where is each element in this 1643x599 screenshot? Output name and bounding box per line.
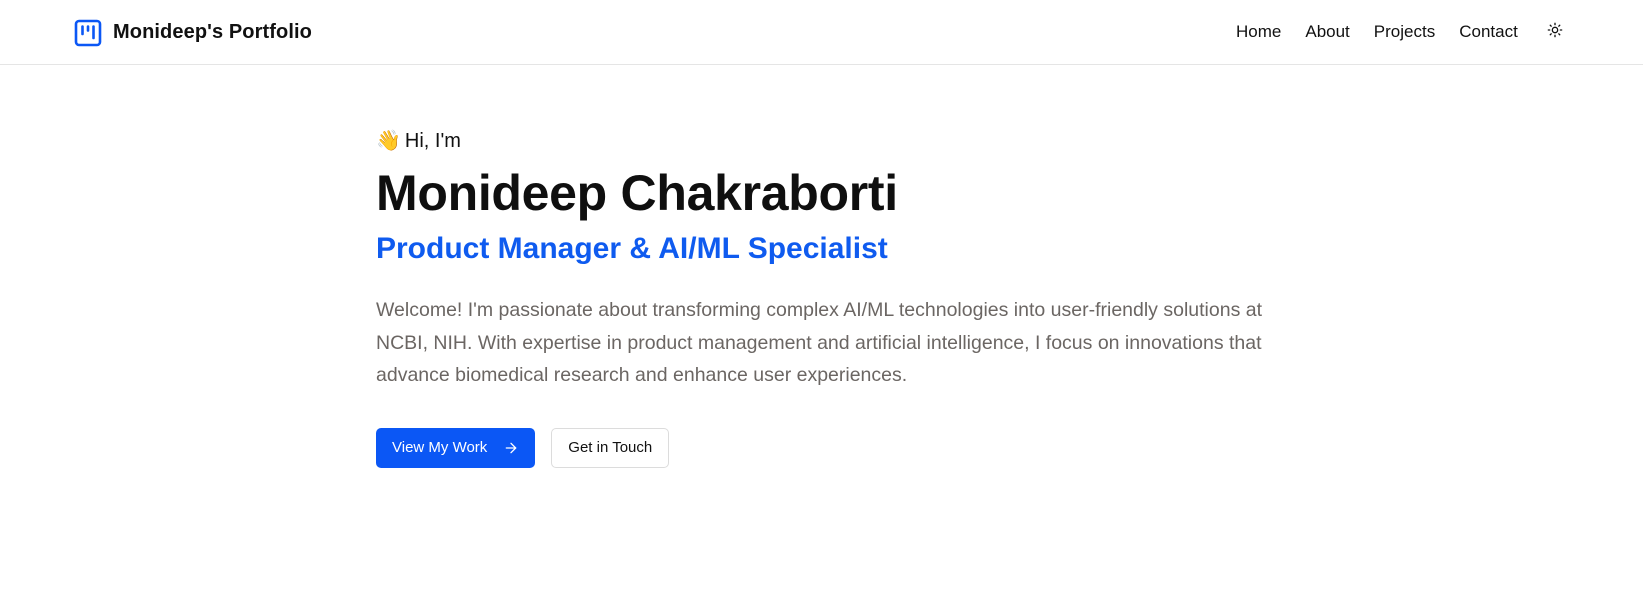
get-in-touch-button[interactable]: Get in Touch (551, 427, 670, 468)
view-my-work-button[interactable]: View My Work (376, 427, 536, 468)
site-header: Monideep's Portfolio Home About Projects… (0, 0, 1643, 65)
hero-role: Product Manager & AI/ML Specialist (376, 232, 888, 265)
hero-name: Monideep Chakraborti (376, 165, 898, 221)
sun-icon (1547, 22, 1563, 43)
brand-link[interactable]: Monideep's Portfolio (74, 18, 312, 47)
hero-section: 👋 Hi, I'm Monideep Chakraborti Product M… (376, 126, 1276, 468)
main-nav: Home About Projects Contact (1236, 21, 1518, 43)
brand-name: Monideep's Portfolio (113, 21, 312, 43)
hero-actions: View My Work Get in Touch (376, 427, 1276, 468)
kanban-square-icon (74, 19, 102, 47)
hero-intro: Welcome! I'm passionate about transformi… (376, 299, 1262, 386)
nav-home[interactable]: Home (1236, 22, 1281, 42)
theme-toggle-button[interactable] (1543, 20, 1567, 44)
nav-contact[interactable]: Contact (1459, 22, 1518, 42)
greeting: 👋 Hi, I'm (376, 126, 1276, 156)
nav-about[interactable]: About (1305, 22, 1349, 42)
waving-hand-icon: 👋 (376, 130, 401, 152)
greeting-text: Hi, I'm (404, 129, 461, 152)
nav-projects[interactable]: Projects (1374, 22, 1435, 42)
view-my-work-label: View My Work (392, 439, 488, 456)
arrow-right-icon (503, 440, 519, 456)
